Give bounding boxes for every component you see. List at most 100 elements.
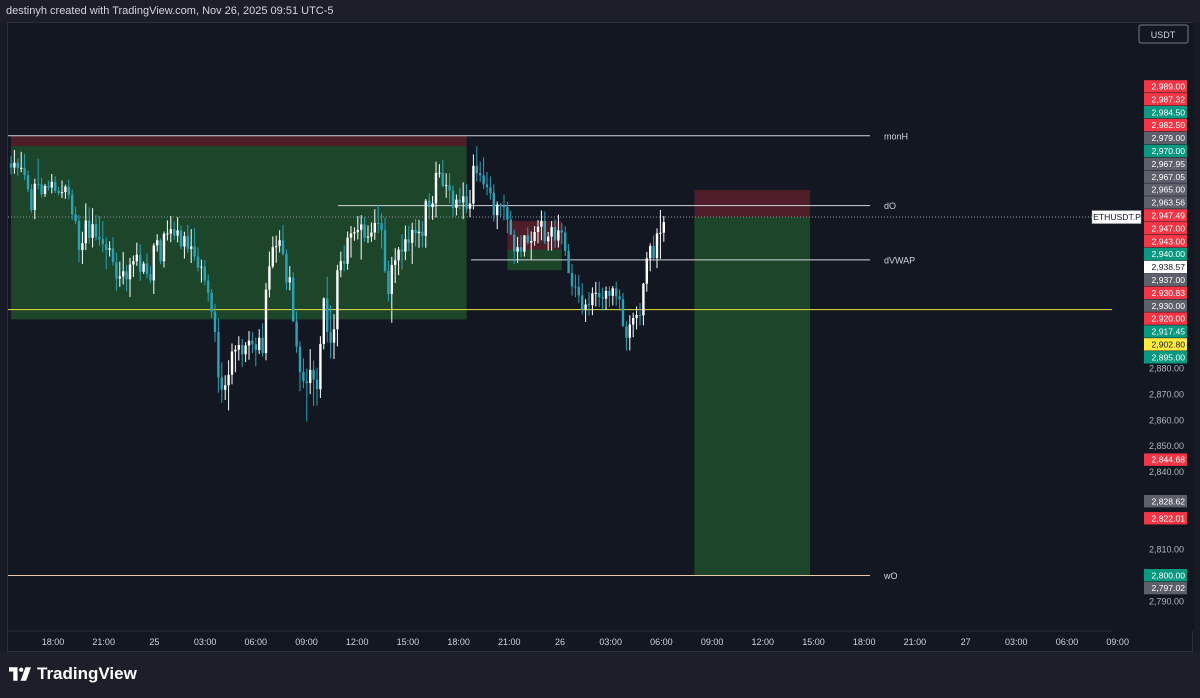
candle-body-37 xyxy=(135,254,138,262)
candle-body-160 xyxy=(553,227,557,241)
candle-body-13 xyxy=(54,181,57,191)
candle-body-24 xyxy=(91,224,94,238)
candle-body-3 xyxy=(20,167,23,169)
candle-body-23 xyxy=(88,220,91,238)
loss-zone-2 xyxy=(694,190,810,218)
candle-body-101 xyxy=(353,232,356,234)
candle-body-192 xyxy=(662,222,665,233)
candle-body-65 xyxy=(230,351,234,375)
x-tick-label-14: 12:00 xyxy=(752,637,775,647)
candle-body-186 xyxy=(642,283,645,316)
candle-body-138 xyxy=(479,173,482,176)
x-tick-label-9: 21:00 xyxy=(498,637,521,647)
candle-body-172 xyxy=(594,292,597,294)
candle-body-100 xyxy=(349,233,353,238)
x-tick-label-12: 06:00 xyxy=(650,637,673,647)
x-tick-label-0: 18:00 xyxy=(42,637,65,647)
price-tag-text-26: 2,797.02 xyxy=(1152,583,1186,593)
candle-body-48 xyxy=(173,229,176,236)
candle-body-118 xyxy=(411,229,414,243)
candle-body-26 xyxy=(98,236,101,240)
candle-body-66 xyxy=(234,349,237,352)
candle-body-128 xyxy=(445,185,448,187)
candle-body-53 xyxy=(190,246,193,249)
candle-body-130 xyxy=(451,190,455,208)
tradingview-brand[interactable]: TradingView xyxy=(9,664,137,684)
price-tag-text-6: 2,967.95 xyxy=(1152,159,1186,169)
candle-body-15 xyxy=(60,192,64,194)
candle-body-12 xyxy=(50,181,53,188)
candle-body-79 xyxy=(278,240,281,246)
candle-body-115 xyxy=(400,249,404,252)
price-tag-text-5: 2,970.00 xyxy=(1152,146,1186,156)
level-label-do: dO xyxy=(884,201,896,211)
candle-body-35 xyxy=(128,264,132,280)
candle-body-34 xyxy=(125,271,128,280)
chart-panel[interactable]: monH dO dVWAP wO USDT 2,790.00 2,810.00 2,840.… xyxy=(7,22,1194,653)
loss-zone-0 xyxy=(11,135,467,147)
x-tick-label-4: 06:00 xyxy=(245,637,268,647)
candle-body-85 xyxy=(298,346,302,372)
x-tick-label-10: 26 xyxy=(555,637,565,647)
candle-body-108 xyxy=(377,222,380,224)
candle-body-99 xyxy=(346,237,349,264)
candle-body-119 xyxy=(414,229,417,234)
currency-label: USDT xyxy=(1151,30,1176,40)
candle-body-64 xyxy=(227,374,230,386)
candle-body-159 xyxy=(550,227,553,237)
position-zones xyxy=(11,135,810,576)
level-label-monh: monH xyxy=(884,131,908,141)
candle-body-77 xyxy=(271,247,274,267)
candle-body-0 xyxy=(9,163,13,168)
header-credit-text: destinyh created with TradingView.com, N… xyxy=(6,5,334,17)
candle-body-125 xyxy=(434,173,438,204)
candle-body-75 xyxy=(264,289,268,354)
candle-body-188 xyxy=(649,245,652,259)
price-tag-text-25: 2,800.00 xyxy=(1152,570,1186,580)
candle-body-74 xyxy=(261,337,264,354)
candle-body-176 xyxy=(608,290,611,296)
price-tag-text-13: 2,940.00 xyxy=(1152,249,1186,259)
candle-body-137 xyxy=(475,165,478,174)
candle-body-70 xyxy=(247,340,251,346)
candle-body-181 xyxy=(625,326,628,338)
candle-body-40 xyxy=(145,263,149,275)
candle-body-167 xyxy=(577,287,580,296)
candle-body-21 xyxy=(81,243,84,251)
candle-body-30 xyxy=(111,248,115,263)
y-tick-label-1: 2,810.00 xyxy=(1149,545,1184,555)
candle-body-45 xyxy=(162,233,166,262)
candle-body-102 xyxy=(356,229,359,233)
candle-body-19 xyxy=(74,214,77,222)
y-tick-label-5: 2,870.00 xyxy=(1149,389,1184,399)
candle-body-177 xyxy=(611,288,614,296)
candle-body-44 xyxy=(159,240,162,262)
candle-body-174 xyxy=(601,297,604,299)
candle-body-178 xyxy=(615,288,618,297)
price-tag-text-22: 2,844.68 xyxy=(1152,455,1186,465)
candle-body-9 xyxy=(40,184,43,194)
candle-body-111 xyxy=(387,271,390,295)
candle-body-78 xyxy=(275,245,278,248)
candle-body-184 xyxy=(635,314,638,319)
candle-body-25 xyxy=(94,224,98,237)
candle-body-131 xyxy=(455,199,458,208)
candle-body-91 xyxy=(319,343,322,390)
candle-body-84 xyxy=(295,321,298,347)
profit-zone-2 xyxy=(694,217,810,576)
candle-body-61 xyxy=(217,332,220,378)
candle-body-90 xyxy=(315,379,319,390)
x-tick-label-13: 09:00 xyxy=(701,637,724,647)
candle-body-145 xyxy=(502,205,506,208)
price-chart[interactable]: monH dO dVWAP wO USDT 2,790.00 2,810.00 2,840.… xyxy=(8,23,1194,653)
candle-body-114 xyxy=(397,249,400,261)
price-tag-text-12: 2,943.00 xyxy=(1152,236,1186,246)
candle-body-8 xyxy=(37,183,40,185)
candle-body-144 xyxy=(499,204,502,206)
candle-body-58 xyxy=(207,280,210,293)
price-tag-text-20: 2,902.80 xyxy=(1152,339,1186,349)
x-tick-label-20: 06:00 xyxy=(1056,637,1079,647)
candle-body-173 xyxy=(598,292,601,298)
symbol-tag-text: ETHUSDT.P xyxy=(1093,212,1141,222)
candle-body-87 xyxy=(305,381,308,384)
